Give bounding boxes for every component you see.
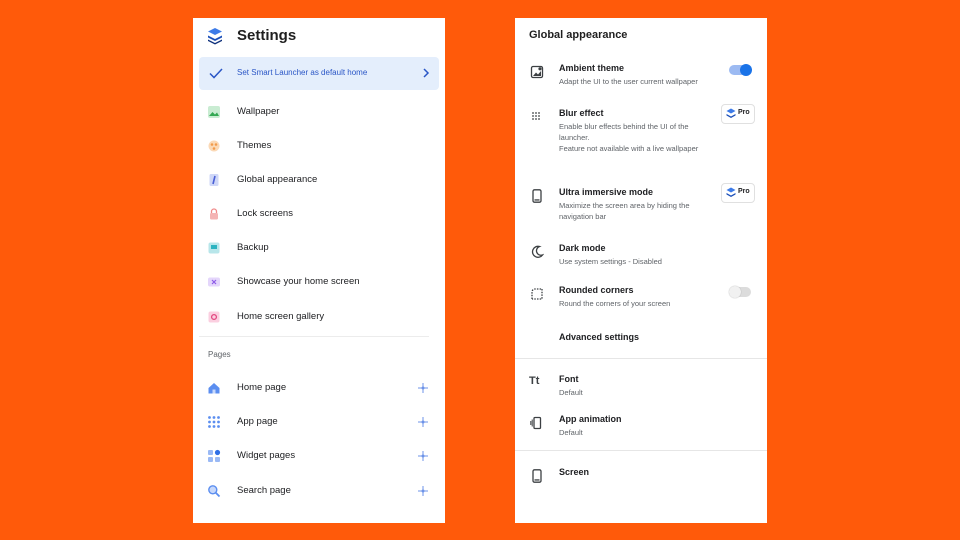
move-icon[interactable] [417,416,429,428]
menu-item-lock-screens[interactable]: Lock screens [193,199,445,229]
pro-logo-icon [726,187,736,197]
pro-label: Pro [738,188,750,195]
smart-launcher-logo-icon [208,28,222,45]
page-title: Settings [237,27,297,44]
global-appearance-icon [209,174,219,186]
menu-item-label: Wallpaper [237,106,280,117]
default-home-banner[interactable]: Set Smart Launcher as default home [199,57,439,90]
ambient-theme-icon [530,65,544,79]
page-item-home[interactable]: Home page [193,373,445,403]
menu-item-themes[interactable]: Themes [193,131,445,161]
page-item-search[interactable]: Search page [193,476,445,506]
menu-item-label: Showcase your home screen [237,276,360,287]
page-item-label: Home page [237,382,287,393]
menu-item-backup[interactable]: Backup [193,233,445,263]
pro-logo-icon [726,108,736,118]
page-item-label: Search page [237,485,291,496]
lock-icon [210,208,218,220]
home-icon [208,383,220,394]
menu-item-label: Backup [237,242,269,253]
themes-icon [208,140,220,152]
menu-item-label: Lock screens [237,208,293,219]
setting-value: Default [559,428,583,437]
rounded-corners-icon [531,288,543,300]
blur-icon [532,112,540,120]
moon-icon [531,245,544,258]
divider [515,358,767,359]
chevron-right-icon [423,68,430,78]
divider [515,450,767,451]
pro-badge[interactable]: Pro [721,104,755,124]
phone-icon [532,189,542,203]
page-icon [207,520,221,523]
search-icon [208,485,221,498]
setting-title: Blur effect [559,108,604,118]
page-item-label: Widget pages [237,450,296,461]
move-icon[interactable] [417,521,429,523]
page-item-widget[interactable]: Widget pages [193,441,445,471]
section-label-pages: Pages [208,350,231,359]
page-item-label: App page [237,416,278,427]
menu-item-home-screen-gallery[interactable]: Home screen gallery [193,302,445,332]
wallpaper-icon [208,106,220,118]
default-home-banner-label: Set Smart Launcher as default home [237,68,368,77]
setting-description: Round the corners of your screen [559,299,671,308]
setting-description: Adapt the UI to the user current wallpap… [559,77,698,86]
setting-title: Dark mode [559,243,606,253]
setting-description-line: Enable blur effects behind the UI of the… [559,122,699,153]
setting-title: Ultra immersive mode [559,187,654,197]
setting-description: Use system settings - Disabled [559,257,662,266]
settings-panel: Settings Set Smart Launcher as default h… [193,18,445,523]
setting-description: Enable blur effects behind the UI of the… [559,121,719,154]
menu-item-wallpaper[interactable]: Wallpaper [193,97,445,127]
settings-header: Settings [193,18,445,54]
phone-icon [532,469,542,483]
check-icon [209,68,223,79]
gallery-icon [208,311,220,323]
rounded-corners-toggle[interactable] [729,286,751,298]
setting-title: Ambient theme [559,63,625,73]
page-item-partial[interactable] [193,512,445,523]
setting-title: App animation [559,414,622,424]
setting-title: Screen [559,467,590,477]
move-icon[interactable] [417,450,429,462]
widget-icon [208,449,221,462]
move-icon[interactable] [417,485,429,497]
backup-icon [208,242,220,254]
menu-item-label: Themes [237,140,272,151]
menu-item-label: Home screen gallery [237,311,325,322]
divider [199,336,429,337]
pro-badge[interactable]: Pro [721,183,755,203]
global-appearance-panel: Global appearance Ambient theme Adapt th… [515,18,767,523]
panel-title: Global appearance [529,29,628,41]
app-grid-icon [208,416,220,428]
font-icon: Tt [529,375,540,387]
setting-title: Rounded corners [559,285,634,295]
advanced-settings-link: Advanced settings [559,332,640,342]
showcase-icon [208,277,220,287]
move-icon[interactable] [417,382,429,394]
page-item-app[interactable]: App page [193,407,445,437]
menu-item-global-appearance[interactable]: Global appearance [193,165,445,195]
setting-description: Maximize the screen area by hiding the n… [559,201,690,221]
setting-value: Default [559,388,583,397]
app-animation-icon [530,416,542,430]
ambient-theme-toggle[interactable] [729,64,752,76]
pro-label: Pro [738,109,750,116]
setting-title: Font [559,374,579,384]
menu-item-showcase[interactable]: Showcase your home screen [193,267,445,297]
menu-item-label: Global appearance [237,174,318,185]
